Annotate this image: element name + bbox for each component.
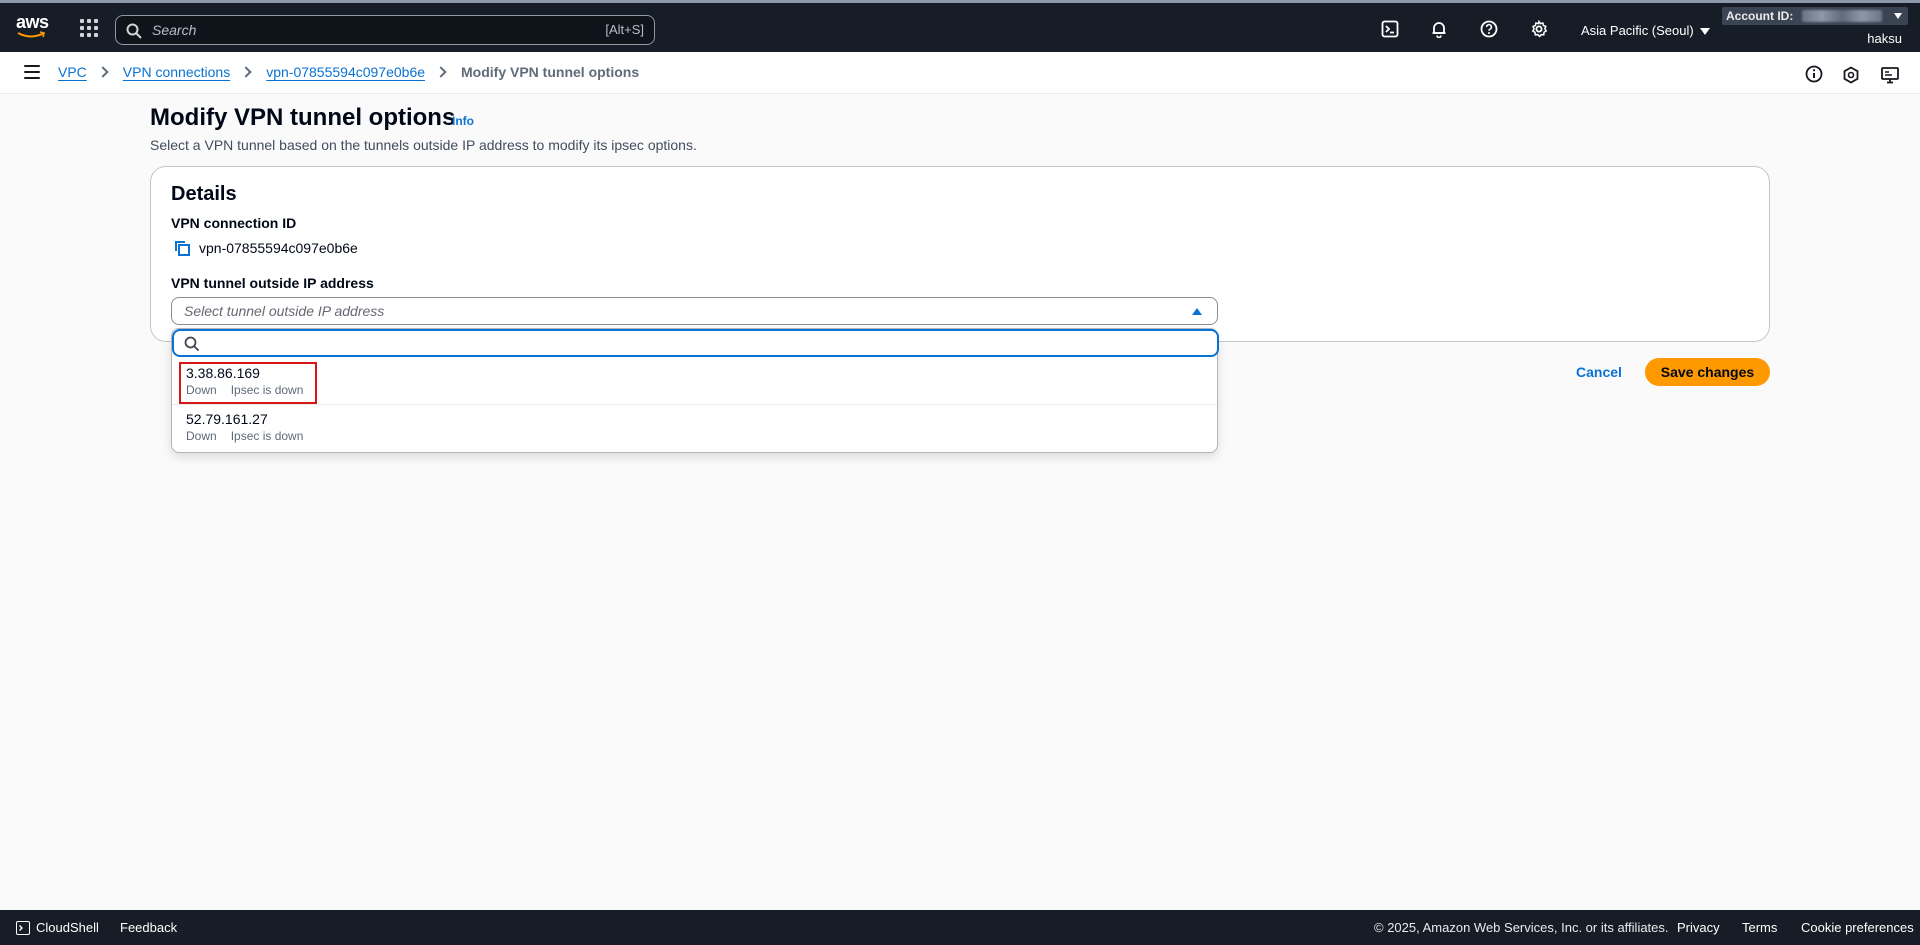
tunnel-ip-dropdown: 3.38.86.169 Down Ipsec is down 52.79.161.…: [171, 328, 1219, 453]
breadcrumb-vpn-connections[interactable]: VPN connections: [123, 64, 230, 80]
region-label: Asia Pacific (Seoul): [1581, 23, 1694, 38]
vpn-connection-id-value: vpn-07855594c097e0b6e: [199, 240, 358, 256]
caret-down-icon: [1699, 28, 1710, 36]
terms-link[interactable]: Terms: [1742, 920, 1777, 935]
hexagon-icon[interactable]: [1841, 65, 1861, 85]
monitor-icon[interactable]: [1880, 65, 1900, 85]
cloudshell-icon[interactable]: [1379, 18, 1401, 40]
ipsec-status: Ipsec is down: [230, 429, 304, 443]
chevron-right-icon: [240, 66, 252, 78]
tunnel-ip: 52.79.161.27: [186, 411, 268, 427]
page-title: Modify VPN tunnel options: [150, 104, 456, 131]
cloudshell-label: CloudShell: [36, 920, 99, 935]
cloudshell-link[interactable]: CloudShell: [16, 920, 99, 935]
caret-down-icon: [1894, 13, 1902, 19]
tunnel-ip-label: VPN tunnel outside IP address: [171, 275, 374, 291]
copyright: © 2025, Amazon Web Services, Inc. or its…: [1374, 920, 1669, 935]
breadcrumb-vpn-id[interactable]: vpn-07855594c097e0b6e: [266, 64, 425, 80]
tunnel-option[interactable]: 52.79.161.27 Down Ipsec is down: [172, 405, 1217, 451]
settings-icon[interactable]: [1528, 18, 1550, 40]
highlight-box: [179, 362, 317, 404]
breadcrumb: VPC VPN connections vpn-07855594c097e0b6…: [58, 64, 639, 80]
search-input[interactable]: [152, 20, 532, 40]
breadcrumb-vpc[interactable]: VPC: [58, 64, 87, 80]
feedback-link[interactable]: Feedback: [120, 920, 177, 935]
aws-logo-text: aws: [16, 12, 49, 32]
details-heading: Details: [171, 183, 237, 205]
top-navigation: aws [Alt+S] Asia Pacific (Seoul) Account…: [0, 0, 1920, 52]
account-id-label: Account ID:: [1726, 9, 1794, 23]
bell-icon[interactable]: [1428, 18, 1450, 40]
search-icon: [184, 336, 200, 352]
breadcrumb-bar: VPC VPN connections vpn-07855594c097e0b6…: [0, 52, 1920, 94]
search-icon: [126, 23, 142, 39]
page-description: Select a VPN tunnel based on the tunnels…: [150, 137, 697, 153]
region-selector[interactable]: Asia Pacific (Seoul): [1581, 23, 1710, 38]
chevron-right-icon: [97, 66, 109, 78]
vpn-connection-id: vpn-07855594c097e0b6e: [173, 239, 358, 257]
tunnel-ip-select[interactable]: Select tunnel outside IP address: [171, 297, 1218, 325]
aws-logo[interactable]: aws: [16, 13, 50, 43]
cookie-preferences-link[interactable]: Cookie preferences: [1801, 920, 1914, 935]
vpn-connection-id-label: VPN connection ID: [171, 215, 297, 231]
cloudshell-icon: [16, 920, 30, 935]
search-shortcut: [Alt+S]: [605, 22, 644, 37]
tunnel-option[interactable]: 3.38.86.169 Down Ipsec is down: [172, 359, 1217, 405]
privacy-link[interactable]: Privacy: [1677, 920, 1720, 935]
footer: CloudShell Feedback © 2025, Amazon Web S…: [0, 910, 1920, 945]
dropdown-filter[interactable]: [172, 329, 1219, 357]
help-icon[interactable]: [1478, 18, 1500, 40]
chevron-right-icon: [435, 66, 447, 78]
copy-icon[interactable]: [173, 239, 191, 257]
cancel-button[interactable]: Cancel: [1576, 364, 1622, 380]
info-link[interactable]: Info: [452, 114, 474, 128]
tunnel-ip-placeholder: Select tunnel outside IP address: [184, 303, 385, 319]
services-menu-icon[interactable]: [78, 17, 100, 39]
menu-icon[interactable]: [24, 65, 40, 79]
tunnel-status: Down: [186, 429, 217, 443]
user-name[interactable]: haksu: [1867, 31, 1902, 46]
breadcrumb-current: Modify VPN tunnel options: [461, 64, 640, 80]
caret-up-icon: [1192, 308, 1202, 315]
info-icon[interactable]: [1804, 64, 1824, 84]
tunnel-tags: Down Ipsec is down: [186, 429, 303, 443]
account-id-redacted: [1802, 10, 1882, 22]
save-changes-button[interactable]: Save changes: [1645, 358, 1770, 386]
filter-input[interactable]: [210, 334, 1110, 352]
global-search[interactable]: [Alt+S]: [115, 15, 655, 45]
account-menu[interactable]: Account ID:: [1722, 7, 1908, 25]
